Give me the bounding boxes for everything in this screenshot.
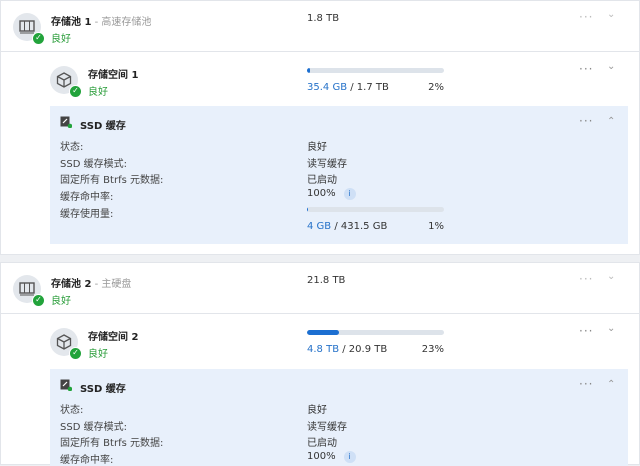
ssd-value-text: 读写缓存 bbox=[307, 421, 347, 433]
check-icon: ✓ bbox=[69, 347, 82, 360]
chevron-down-icon[interactable]: ⌄ bbox=[607, 9, 615, 20]
ssd-field-label: 缓存命中率: bbox=[60, 455, 114, 466]
volume-status: 良好 bbox=[88, 87, 108, 98]
volume-icon: ✓ bbox=[50, 328, 82, 360]
ssd-cache-panel: SSD 缓存 ··· ⌃ 状态: SSD 缓存模式: 固定所有 Btrfs 元数据: 缓… bbox=[50, 106, 628, 244]
storage-pool-icon: ✓ bbox=[13, 275, 45, 307]
volume-row[interactable]: ✓ 存储空间 1 良好 35.4 GB / 1.7 TB 2% ··· ⌄ bbox=[1, 53, 639, 103]
ssd-field-label: 状态: bbox=[60, 142, 84, 153]
cache-percent: 1% bbox=[428, 221, 444, 232]
volume-total: / 1.7 TB bbox=[347, 82, 389, 93]
ssd-value-text: 读写缓存 bbox=[307, 158, 347, 170]
ssd-value-text: 良好 bbox=[307, 405, 327, 416]
volume-total: / 20.9 TB bbox=[339, 344, 388, 355]
volume-usage-fill bbox=[307, 68, 310, 73]
pool-title: 存储池 2 - 主硬盘 bbox=[51, 275, 131, 290]
ssd-cache-icon bbox=[60, 379, 73, 394]
pool-name: 存储池 1 bbox=[51, 17, 92, 28]
check-icon: ✓ bbox=[32, 32, 45, 45]
pool-header[interactable]: ✓ 存储池 2 - 主硬盘 良好 21.8 TB ··· ⌄ bbox=[1, 263, 639, 314]
pool-header[interactable]: ✓ 存储池 1 - 高速存储池 良好 1.8 TB ··· ⌄ bbox=[1, 1, 639, 52]
more-options-button[interactable]: ··· bbox=[579, 10, 593, 24]
more-options-button[interactable]: ··· bbox=[579, 62, 593, 76]
cache-total: / 431.5 GB bbox=[331, 221, 388, 232]
ssd-field-label: 缓存使用量: bbox=[60, 208, 114, 220]
ssd-field-label: SSD 缓存模式: bbox=[60, 158, 127, 170]
volume-name: 存储空间 1 bbox=[88, 70, 139, 81]
ssd-field-value: 100% i bbox=[307, 188, 356, 201]
chevron-up-icon[interactable]: ⌃ bbox=[607, 116, 615, 127]
volume-usage-text: 4.8 TB / 20.9 TB bbox=[307, 344, 387, 355]
ssd-cache-title: SSD 缓存 bbox=[80, 384, 126, 395]
ssd-field-value: 良好 bbox=[307, 401, 327, 416]
ssd-cache-panel: SSD 缓存 ··· ⌃ 状态: SSD 缓存模式: 固定所有 Btrfs 元数据: 缓… bbox=[50, 369, 628, 466]
ssd-field-value: 读写缓存 bbox=[307, 418, 347, 433]
info-icon[interactable]: i bbox=[343, 451, 356, 464]
ssd-value-text: 已启动 bbox=[307, 438, 337, 450]
ssd-field-label: SSD 缓存模式: bbox=[60, 421, 127, 433]
pool-title: 存储池 1 - 高速存储池 bbox=[51, 13, 151, 28]
check-icon: ✓ bbox=[32, 294, 45, 307]
ssd-value-text: 100% bbox=[307, 451, 336, 463]
volume-percent: 23% bbox=[421, 344, 444, 355]
more-options-button[interactable]: ··· bbox=[579, 114, 593, 128]
cache-used: 4 GB bbox=[307, 221, 332, 232]
volume-used: 4.8 TB bbox=[307, 344, 340, 355]
volume-usage-bar bbox=[307, 68, 444, 73]
more-options-button[interactable]: ··· bbox=[579, 272, 593, 286]
volume-percent: 2% bbox=[428, 82, 444, 93]
ssd-field-value: 已启动 bbox=[307, 171, 337, 186]
chevron-down-icon[interactable]: ⌄ bbox=[607, 61, 615, 72]
pool-status: 良好 bbox=[51, 34, 71, 45]
chevron-up-icon[interactable]: ⌃ bbox=[607, 379, 615, 390]
cache-usage-text: 4 GB / 431.5 GB bbox=[307, 221, 387, 232]
pool-size: 21.8 TB bbox=[307, 275, 346, 286]
ssd-value-text: 良好 bbox=[307, 142, 327, 153]
pool-type: 主硬盘 bbox=[101, 279, 132, 290]
ssd-value-text: 已启动 bbox=[307, 175, 337, 187]
more-options-button[interactable]: ··· bbox=[579, 377, 593, 391]
storage-pool-2: ✓ 存储池 2 - 主硬盘 良好 21.8 TB ··· ⌄ ✓ 存储空间 2 … bbox=[0, 262, 640, 466]
ssd-field-label: 固定所有 Btrfs 元数据: bbox=[60, 438, 164, 450]
chevron-down-icon[interactable]: ⌄ bbox=[607, 323, 615, 334]
storage-pool-icon: ✓ bbox=[13, 13, 45, 45]
ssd-field-value: 读写缓存 bbox=[307, 155, 347, 170]
cache-usage-fill bbox=[307, 207, 309, 212]
storage-pool-1: ✓ 存储池 1 - 高速存储池 良好 1.8 TB ··· ⌄ ✓ 存储空间 1… bbox=[0, 0, 640, 255]
more-options-button[interactable]: ··· bbox=[579, 324, 593, 338]
separator: - bbox=[91, 17, 102, 28]
volume-row[interactable]: ✓ 存储空间 2 良好 4.8 TB / 20.9 TB 23% ··· ⌄ bbox=[1, 315, 639, 365]
volume-status: 良好 bbox=[88, 349, 108, 360]
volume-icon: ✓ bbox=[50, 66, 82, 98]
ssd-field-label: 固定所有 Btrfs 元数据: bbox=[60, 175, 164, 187]
ssd-field-label: 状态: bbox=[60, 405, 84, 416]
ssd-field-label: 缓存命中率: bbox=[60, 192, 114, 204]
ssd-field-value: 100% i bbox=[307, 451, 356, 464]
pool-type: 高速存储池 bbox=[101, 17, 152, 28]
pool-size: 1.8 TB bbox=[307, 13, 340, 24]
ssd-field-value: 良好 bbox=[307, 138, 327, 153]
volume-used: 35.4 GB bbox=[307, 82, 348, 93]
info-icon[interactable]: i bbox=[343, 188, 356, 201]
ssd-value-text: 100% bbox=[307, 188, 336, 200]
volume-usage-fill bbox=[307, 330, 339, 335]
ssd-field-value: 已启动 bbox=[307, 434, 337, 449]
ssd-cache-title: SSD 缓存 bbox=[80, 121, 126, 132]
pool-name: 存储池 2 bbox=[51, 279, 92, 290]
volume-name: 存储空间 2 bbox=[88, 332, 139, 343]
pool-status: 良好 bbox=[51, 296, 71, 307]
volume-usage-text: 35.4 GB / 1.7 TB bbox=[307, 82, 389, 93]
ssd-cache-icon bbox=[60, 116, 73, 131]
separator: - bbox=[91, 279, 102, 290]
chevron-down-icon[interactable]: ⌄ bbox=[607, 271, 615, 282]
volume-usage-bar bbox=[307, 330, 444, 335]
check-icon: ✓ bbox=[69, 85, 82, 98]
cache-usage-bar bbox=[307, 207, 444, 212]
